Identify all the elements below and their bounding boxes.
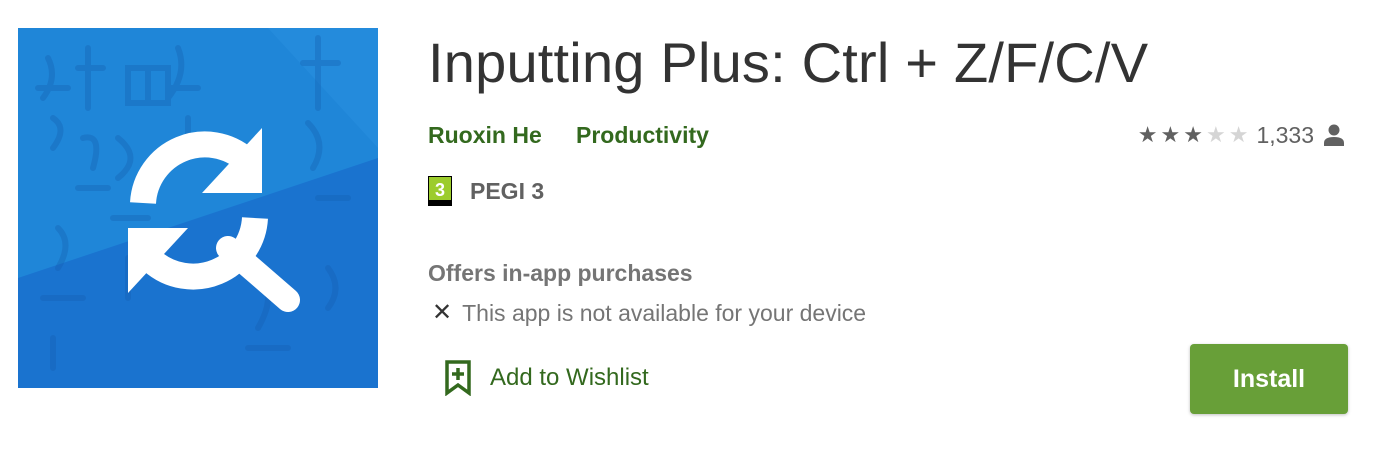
app-title: Inputting Plus: Ctrl + Z/F/C/V bbox=[428, 31, 1149, 94]
star-empty-icon: ★ bbox=[1205, 122, 1226, 147]
rating: ★ ★ ★ ★ ★ 1,333 bbox=[1138, 120, 1344, 150]
add-to-wishlist-button[interactable]: Add to Wishlist bbox=[444, 360, 649, 396]
bookmark-add-icon bbox=[445, 360, 471, 396]
person-icon bbox=[1324, 124, 1344, 146]
star-icon: ★ bbox=[1137, 122, 1158, 147]
content-rating: 3 PEGI 3 bbox=[428, 176, 544, 206]
star-icon: ★ bbox=[1160, 122, 1181, 147]
rating-count: 1,333 bbox=[1256, 122, 1314, 148]
rating-stars: ★ ★ ★ ★ ★ bbox=[1138, 120, 1249, 150]
developer-link[interactable]: Ruoxin He bbox=[428, 120, 542, 150]
pegi-badge-number: 3 bbox=[435, 180, 445, 200]
close-icon: ✕ bbox=[432, 299, 453, 326]
wishlist-label: Add to Wishlist bbox=[490, 364, 649, 391]
in-app-purchases-notice: Offers in-app purchases bbox=[428, 260, 693, 286]
star-empty-icon: ★ bbox=[1228, 122, 1249, 147]
install-button[interactable]: Install bbox=[1190, 344, 1348, 414]
availability-notice: ✕ This app is not available for your dev… bbox=[432, 298, 866, 328]
pegi-label: PEGI 3 bbox=[470, 177, 545, 204]
availability-text: This app is not available for your devic… bbox=[462, 300, 867, 326]
star-icon: ★ bbox=[1183, 122, 1203, 147]
app-icon bbox=[18, 28, 378, 388]
pegi-badge-icon: 3 bbox=[428, 176, 452, 206]
category-link[interactable]: Productivity bbox=[576, 120, 709, 150]
